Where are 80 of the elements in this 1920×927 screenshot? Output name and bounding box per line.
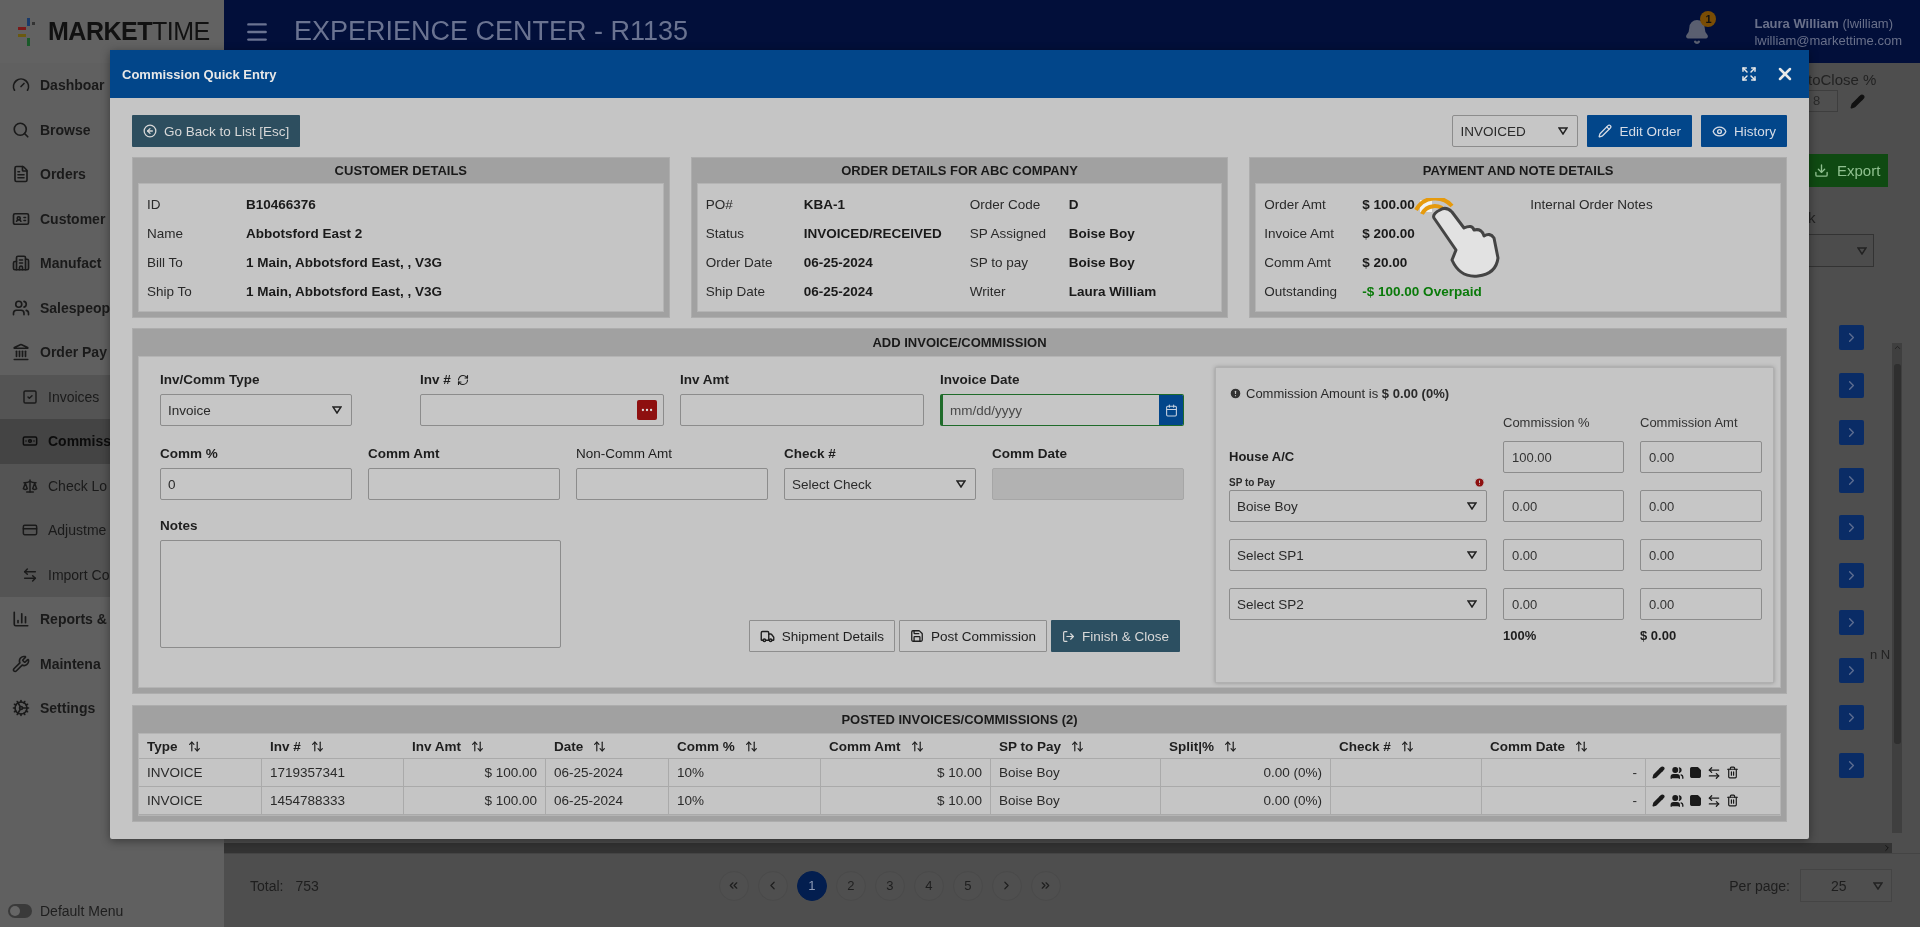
detail-value: 1 Main, Abbotsford East, , V3G [246,284,444,299]
column-header: Commission Amt [1640,414,1739,430]
table-cell: INVOICE [139,759,262,787]
detail-label: SP Assigned [969,226,1047,241]
detail-value: -$ 100.00 Overpaid [1362,284,1483,299]
field-label: Non-Comm Amt [576,446,673,461]
detail-value: KBA-1 [803,197,846,212]
table-cell: 10% [669,787,821,815]
detail-value: $ 100.00 [1362,197,1416,212]
table-cell: Boise Boy [991,759,1161,787]
notes-label: Internal Order Notes [1530,197,1654,212]
app-title: EXPERIENCE CENTER - R1135 [294,16,689,47]
total-amount: $ 0.00 [1640,627,1678,643]
detail-value: Boise Boy [1068,226,1136,241]
detail-label: Order Date [705,255,774,270]
table-cell: 1719357341 [262,759,404,787]
card-title: PAYMENT AND NOTE DETAILS [1421,162,1615,180]
section-title: ADD INVOICE/COMMISSION [871,334,1048,352]
table-cell: 0.00 (0%) [1161,759,1331,787]
detail-value: INVOICED/RECEIVED [803,226,943,241]
field-label: Invoice Date [940,372,1020,387]
field-label: Inv # [420,372,451,387]
detail-label: Status [705,226,745,241]
table-cell: - [1482,759,1646,787]
detail-value: B10466376 [246,197,317,212]
detail-label: Writer [969,284,1007,299]
field-label: Check # [784,446,836,461]
table-cell: $ 10.00 [821,759,991,787]
table-cell: - [1482,787,1646,815]
detail-label: Name [147,226,184,241]
toggle-label: Default Menu [40,903,124,919]
table-cell: Boise Boy [991,787,1161,815]
table-cell: 06-25-2024 [546,787,669,815]
table-cell: 1454788333 [262,787,404,815]
detail-value: $ 200.00 [1362,226,1416,241]
detail-value: Abbotsford East 2 [246,226,364,241]
detail-label: ID [147,197,162,212]
detail-value: Laura William [1068,284,1158,299]
detail-value: D [1068,197,1080,212]
card-title: CUSTOMER DETAILS [333,162,469,180]
detail-label: PO# [705,197,734,212]
detail-value: 1 Main, Abbotsford East, , V3G [246,255,444,270]
table-cell: INVOICE [139,787,262,815]
modal-title: Commission Quick Entry [122,66,277,82]
total-percent: 100% [1503,627,1538,643]
table-cell: 0.00 (0%) [1161,787,1331,815]
detail-value: $ 20.00 [1362,255,1409,270]
field-label: Comm Amt [368,446,440,461]
table-cell: 06-25-2024 [546,759,669,787]
field-label: Comm Date [992,446,1067,461]
detail-label: Comm Amt [1264,255,1333,270]
detail-label: Order Amt [1264,197,1327,212]
detail-label: Ship To [147,284,193,299]
user-email: lwilliam@markettime.com [1754,32,1902,48]
field-label: Inv/Comm Type [160,372,260,387]
commission-info: Commission Amount is $ 0.00 (0%) [1246,385,1450,401]
user-name: Laura William (lwilliam) [1754,15,1895,31]
table-cell: 10% [669,759,821,787]
field-label: Comm % [160,446,218,461]
notification-badge: 1 [1700,10,1717,27]
detail-label: SP to pay [969,255,1029,270]
card-title: ORDER DETAILS FOR ABC COMPANY [840,162,1079,180]
detail-label: Bill To [147,255,184,270]
field-caption: SP to Pay [1229,477,1275,488]
field-label: Notes [160,518,198,533]
detail-label: Ship Date [705,284,766,299]
section-title: POSTED INVOICES/COMMISSIONS (2) [840,711,1079,729]
column-header: Commission % [1503,414,1591,430]
detail-value: 06-25-2024 [803,255,874,270]
logo-text: MARKETTIME [48,17,210,46]
row-label: House A/C [1229,449,1296,464]
table-cell: $ 10.00 [821,787,991,815]
table-cell: $ 100.00 [404,787,546,815]
detail-label: Order Code [969,197,1042,212]
detail-label: Invoice Amt [1264,226,1336,241]
detail-value: Boise Boy [1068,255,1136,270]
table-cell: $ 100.00 [404,759,546,787]
field-label: Inv Amt [680,372,729,387]
detail-value: 06-25-2024 [803,284,874,299]
detail-label: Outstanding [1264,284,1339,299]
